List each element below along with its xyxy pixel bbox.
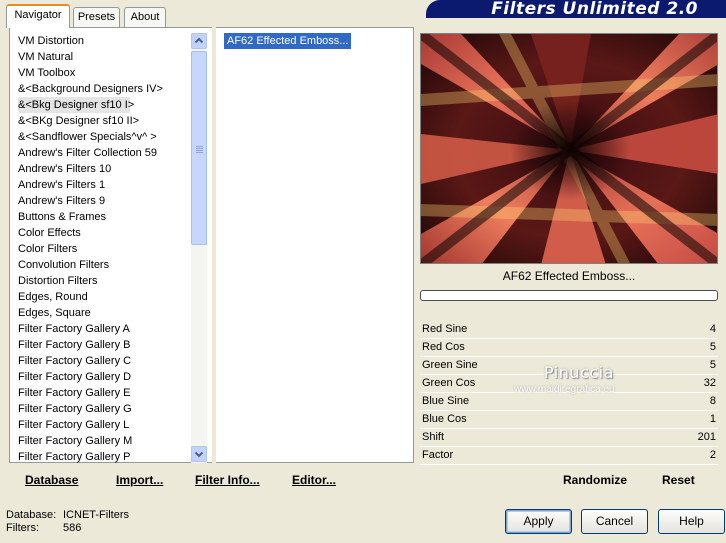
grip-line <box>196 146 203 147</box>
param-name: Blue Sine <box>422 395 470 407</box>
title-banner: Filters Unlimited 2.0 <box>426 0 726 19</box>
list-item[interactable]: VM Toolbox <box>18 65 190 81</box>
filters-count-value: 586 <box>63 522 82 534</box>
preview-graphic <box>421 34 717 263</box>
param-row-red-sine[interactable]: Red Sine 4 <box>420 321 718 339</box>
randomize-button[interactable]: Randomize <box>563 473 627 487</box>
tab-navigator-label: Navigator <box>14 9 62 21</box>
list-item[interactable]: Andrew's Filters 9 <box>18 193 190 209</box>
reset-button[interactable]: Reset <box>662 473 695 487</box>
tab-navigator[interactable]: Navigator <box>6 4 70 28</box>
scroll-down-button[interactable] <box>191 446 207 462</box>
param-name: Red Sine <box>422 323 468 335</box>
list-item[interactable]: Andrew's Filter Collection 59 <box>18 145 190 161</box>
param-name: Blue Cos <box>422 413 467 425</box>
import-button[interactable]: Import... <box>116 473 163 487</box>
scroll-thumb[interactable] <box>191 51 207 245</box>
chevron-down-icon <box>194 451 204 458</box>
list-item[interactable]: VM Natural <box>18 49 190 65</box>
grip-line <box>196 150 203 151</box>
panel-divider <box>212 27 216 463</box>
list-item[interactable]: Convolution Filters <box>18 257 190 273</box>
apply-button[interactable]: Apply <box>505 509 572 534</box>
effect-item-selected[interactable]: AF62 Effected Emboss... <box>224 33 352 49</box>
list-item[interactable]: &<BKg Designer sf10 II> <box>18 113 190 129</box>
tab-presets-label: Presets <box>77 11 116 23</box>
filter-info-button[interactable]: Filter Info... <box>195 473 260 487</box>
list-item[interactable]: Color Filters <box>18 241 190 257</box>
help-button[interactable]: Help <box>658 509 725 534</box>
param-row-shift[interactable]: Shift 201 <box>420 429 718 447</box>
tab-presets[interactable]: Presets <box>73 7 120 27</box>
param-value: 5 <box>709 359 716 371</box>
param-row-blue-sine[interactable]: Blue Sine 8 <box>420 393 718 411</box>
chevron-up-icon <box>194 37 204 44</box>
param-name: Green Cos <box>422 377 476 389</box>
list-item[interactable]: &<Background Designers IV> <box>18 81 190 97</box>
list-item[interactable]: Filter Factory Gallery C <box>18 353 190 369</box>
database-status-value: ICNET-Filters <box>63 509 129 521</box>
param-name: Shift <box>422 431 445 443</box>
preview-effect-label: AF62 Effected Emboss... <box>502 269 636 283</box>
list-item[interactable]: Andrew's Filters 10 <box>18 161 190 177</box>
list-item[interactable]: Buttons & Frames <box>18 209 190 225</box>
tab-about[interactable]: About <box>124 7 166 27</box>
filters-count-label: Filters: <box>6 522 39 534</box>
list-item[interactable]: Filter Factory Gallery B <box>18 337 190 353</box>
watermark-url: www.maidiregrafica.eu <box>514 384 615 395</box>
param-value: 8 <box>709 395 716 407</box>
param-value: 5 <box>709 341 716 353</box>
list-item-selected[interactable]: &<Bkg Designer sf10 I> <box>18 97 134 113</box>
grip-line <box>196 148 203 149</box>
param-name: Green Sine <box>422 359 478 371</box>
list-item[interactable]: VM Distortion <box>18 33 190 49</box>
list-item[interactable]: Distortion Filters <box>18 273 190 289</box>
list-item[interactable]: &<Sandflower Specials^v^ > <box>18 129 190 145</box>
param-row-blue-cos[interactable]: Blue Cos 1 <box>420 411 718 429</box>
list-item[interactable]: Edges, Round <box>18 289 190 305</box>
list-item[interactable]: Color Effects <box>18 225 190 241</box>
list-item[interactable]: Filter Factory Gallery A <box>18 321 190 337</box>
preview-image <box>420 33 718 264</box>
list-item[interactable]: Filter Factory Gallery G <box>18 401 190 417</box>
param-value: 1 <box>709 413 716 425</box>
param-name: Factor <box>422 449 454 461</box>
database-button[interactable]: Database <box>25 473 78 487</box>
filter-category-list: VM Distortion VM Natural VM Toolbox &<Ba… <box>18 33 190 465</box>
grip-line <box>196 152 203 153</box>
param-value: 2 <box>709 449 716 461</box>
list-item[interactable]: Filter Factory Gallery L <box>18 417 190 433</box>
tab-about-label: About <box>130 11 160 23</box>
param-row-red-cos[interactable]: Red Cos 5 <box>420 339 718 357</box>
param-row-factor[interactable]: Factor 2 <box>420 447 718 465</box>
list-item[interactable]: Filter Factory Gallery D <box>18 369 190 385</box>
filter-list-scrollbar[interactable] <box>191 33 207 463</box>
list-item[interactable]: Andrew's Filters 1 <box>18 177 190 193</box>
scroll-up-button[interactable] <box>191 33 207 49</box>
database-status-label: Database: <box>6 509 57 521</box>
window-title: Filters Unlimited 2.0 <box>491 0 698 19</box>
param-name: Red Cos <box>422 341 465 353</box>
progress-bar <box>420 290 718 301</box>
param-value: 201 <box>697 431 716 443</box>
editor-button[interactable]: Editor... <box>292 473 336 487</box>
watermark-name: Pinuccia <box>544 363 614 382</box>
list-item[interactable]: Filter Factory Gallery E <box>18 385 190 401</box>
list-item[interactable]: Edges, Square <box>18 305 190 321</box>
cancel-button[interactable]: Cancel <box>581 509 648 534</box>
param-value: 4 <box>709 323 716 335</box>
list-item[interactable]: Filter Factory Gallery M <box>18 433 190 449</box>
param-value: 32 <box>703 377 716 389</box>
